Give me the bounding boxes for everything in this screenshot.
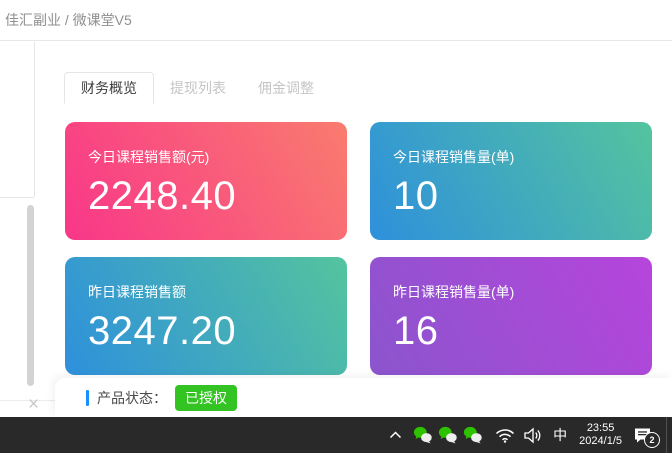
wechat-icon[interactable] <box>438 426 458 444</box>
card-value: 2248.40 <box>88 176 347 216</box>
volume-icon[interactable] <box>523 427 544 444</box>
taskbar: 中 23:55 2024/1/5 2 <box>0 417 672 453</box>
product-status-label: 产品状态： <box>97 388 167 408</box>
wechat-icon[interactable] <box>463 426 483 444</box>
breadcrumb: 佳汇副业 / 微课堂V5 <box>0 0 672 41</box>
left-rail-bottom-divider <box>0 197 34 198</box>
ime-indicator[interactable]: 中 <box>553 425 567 445</box>
show-desktop-divider[interactable] <box>666 417 667 453</box>
clock-time: 23:55 <box>587 422 615 435</box>
scrollbar-thumb[interactable] <box>27 205 34 386</box>
left-rail-divider <box>34 42 35 197</box>
card-today-sales-amount: 今日课程销售额(元) 2248.40 <box>65 122 347 240</box>
status-badge: 已授权 <box>175 385 237 411</box>
product-status-panel: 产品状态： 已授权 <box>55 378 672 418</box>
tab-withdraw-list[interactable]: 提现列表 <box>154 72 242 104</box>
tab-bar: 财务概览 提现列表 佣金调整 <box>64 72 330 104</box>
clock-date: 2024/1/5 <box>579 435 622 448</box>
card-label: 今日课程销售量(单) <box>393 147 652 167</box>
card-label: 昨日课程销售量(单) <box>393 282 652 302</box>
tab-finance-overview[interactable]: 财务概览 <box>64 72 154 104</box>
card-value: 16 <box>393 311 652 351</box>
wechat-icon[interactable] <box>413 426 433 444</box>
card-yesterday-sales-count: 昨日课程销售量(单) 16 <box>370 257 652 375</box>
card-label: 今日课程销售额(元) <box>88 147 347 167</box>
card-value: 3247.20 <box>88 311 347 351</box>
card-value: 10 <box>393 176 652 216</box>
notification-count-badge: 2 <box>644 432 660 448</box>
card-label: 昨日课程销售额 <box>88 282 347 302</box>
breadcrumb-text[interactable]: 佳汇副业 / 微课堂V5 <box>5 10 132 30</box>
stat-cards: 今日课程销售额(元) 2248.40 今日课程销售量(单) 10 昨日课程销售额… <box>65 122 652 375</box>
card-today-sales-count: 今日课程销售量(单) 10 <box>370 122 652 240</box>
tab-commission-adjust[interactable]: 佣金调整 <box>242 72 330 104</box>
status-accent-bar <box>86 390 89 406</box>
taskbar-clock[interactable]: 23:55 2024/1/5 <box>579 422 622 448</box>
wifi-icon[interactable] <box>495 427 515 443</box>
action-center-icon[interactable]: 2 <box>633 427 653 444</box>
chevron-up-icon[interactable] <box>389 431 402 439</box>
screen: 佳汇副业 / 微课堂V5 × 财务概览 提现列表 佣金调整 今日课程销售额(元)… <box>0 0 672 453</box>
card-yesterday-sales-amount: 昨日课程销售额 3247.20 <box>65 257 347 375</box>
close-icon[interactable]: × <box>28 395 39 414</box>
